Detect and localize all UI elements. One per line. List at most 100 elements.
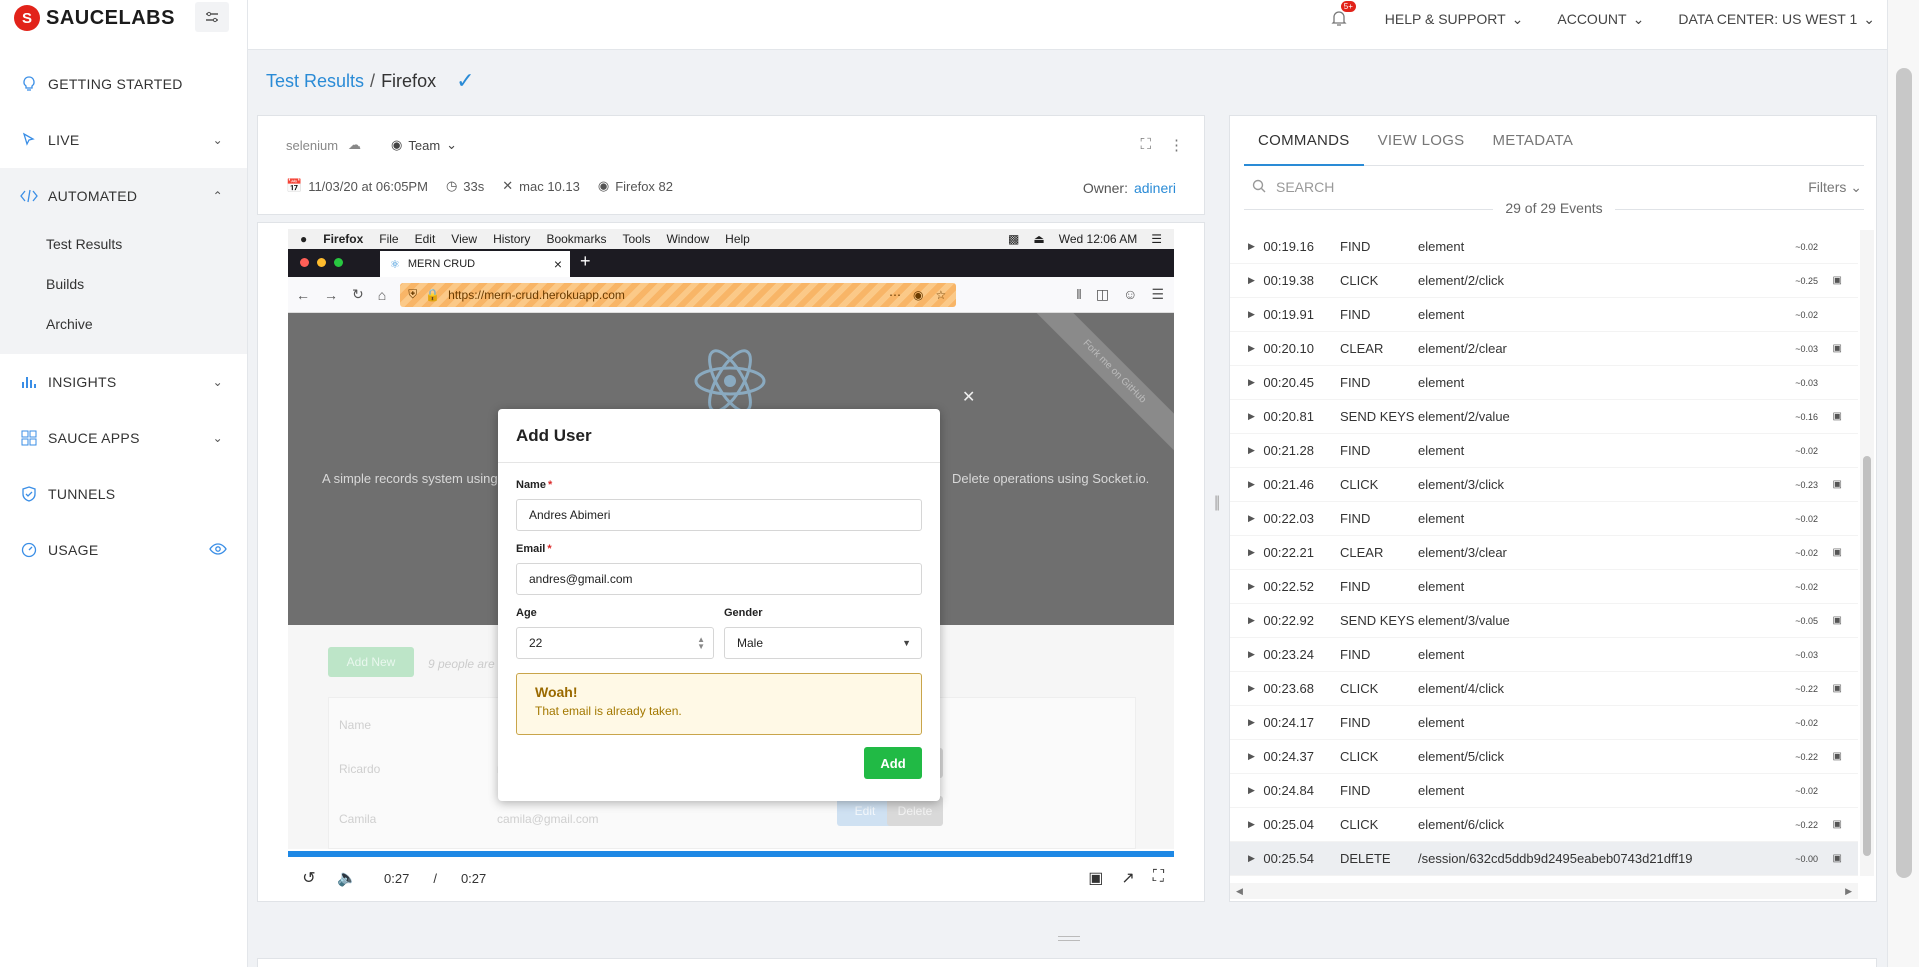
- owner-link[interactable]: adineri: [1134, 180, 1176, 196]
- screenshot-icon[interactable]: ▣: [1833, 479, 1842, 490]
- command-row[interactable]: ▶ 00:24.84 FIND element ~0.02: [1230, 774, 1858, 808]
- screenshot-icon[interactable]: ▣: [1833, 751, 1842, 762]
- expand-row-icon[interactable]: ▶: [1248, 377, 1255, 388]
- command-row[interactable]: ▶ 00:24.37 CLICK element/5/click ~0.22 ▣: [1230, 740, 1858, 774]
- screenshot-icon[interactable]: ▣: [1833, 275, 1842, 286]
- screenshot-icon[interactable]: ▣: [1833, 853, 1842, 864]
- collapse-sidebar-button[interactable]: [195, 2, 229, 32]
- page-scrollbar[interactable]: [1887, 0, 1919, 967]
- breadcrumb-test-results-link[interactable]: Test Results: [266, 71, 364, 92]
- panel-resize-handle[interactable]: ||: [1214, 494, 1220, 512]
- eye-icon: ◉: [391, 137, 403, 152]
- expand-row-icon[interactable]: ▶: [1248, 275, 1255, 286]
- screenshot-icon[interactable]: ▣: [1833, 819, 1842, 830]
- command-row[interactable]: ▶ 00:22.21 CLEAR element/3/clear ~0.02 ▣: [1230, 536, 1858, 570]
- screenshot-icon[interactable]: ▣: [1833, 411, 1842, 422]
- sidebar-item-getting-started[interactable]: GETTING STARTED: [0, 56, 247, 112]
- picture-in-picture-icon[interactable]: ▣: [1088, 868, 1103, 888]
- expand-row-icon[interactable]: ▶: [1248, 343, 1255, 354]
- expand-row-icon[interactable]: ▶: [1248, 479, 1255, 490]
- logo[interactable]: S SAUCELABS: [0, 0, 247, 36]
- scrollbar-thumb[interactable]: [1863, 456, 1871, 856]
- data-center-menu[interactable]: DATA CENTER: US WEST 1 ⌄: [1678, 11, 1875, 28]
- sidebar-item-tunnels[interactable]: TUNNELS: [0, 466, 247, 522]
- expand-row-icon[interactable]: ▶: [1248, 411, 1255, 422]
- expand-row-icon[interactable]: ▶: [1248, 649, 1255, 660]
- tab-commands[interactable]: COMMANDS: [1244, 116, 1364, 166]
- command-row[interactable]: ▶ 00:25.54 DELETE/session/632cd5ddb9d2495e…: [1230, 842, 1858, 876]
- scrollbar-thumb[interactable]: [1896, 68, 1912, 878]
- sidebar-item-usage[interactable]: USAGE: [0, 522, 247, 578]
- expand-row-icon[interactable]: ▶: [1248, 785, 1255, 796]
- fullscreen-icon[interactable]: ⛶: [1140, 136, 1151, 154]
- screenshot-icon[interactable]: ▣: [1833, 615, 1842, 626]
- sidebar-item-insights[interactable]: INSIGHTS ⌄: [0, 354, 247, 410]
- chevron-down-icon: ⌄: [1850, 178, 1862, 195]
- bar-chart-icon: [20, 373, 38, 391]
- screenshot-icon[interactable]: ▣: [1833, 683, 1842, 694]
- tab-view-logs[interactable]: VIEW LOGS: [1364, 116, 1479, 166]
- search-input[interactable]: SEARCH: [1276, 179, 1334, 195]
- notifications-button[interactable]: 5+: [1331, 1, 1356, 29]
- expand-row-icon[interactable]: ▶: [1248, 309, 1255, 320]
- video-progress-bar[interactable]: [288, 851, 1174, 857]
- replay-icon[interactable]: ↺: [298, 868, 320, 888]
- sidebar-item-test-results[interactable]: Test Results: [0, 224, 247, 264]
- command-row[interactable]: ▶ 00:22.92 SEND KEYS element/3/value ~0.05 ▣: [1230, 604, 1858, 638]
- command-row[interactable]: ▶ 00:19.16 FIND element ~0.02: [1230, 230, 1858, 264]
- scroll-left-icon[interactable]: ◀: [1236, 886, 1243, 897]
- expand-row-icon[interactable]: ▶: [1248, 547, 1255, 558]
- command-row[interactable]: ▶ 00:20.10 CLEAR element/2/clear ~0.03 ▣: [1230, 332, 1858, 366]
- expand-row-icon[interactable]: ▶: [1248, 819, 1255, 830]
- email-field: andres@gmail.com: [516, 563, 922, 595]
- command-row[interactable]: ▶ 00:22.03 FIND element ~0.02: [1230, 502, 1858, 536]
- command-row[interactable]: ▶ 00:19.38 CLICK element/2/click ~0.25 ▣: [1230, 264, 1858, 298]
- expand-row-icon[interactable]: ▶: [1248, 853, 1255, 864]
- command-row[interactable]: ▶ 00:21.28 FIND element ~0.02: [1230, 434, 1858, 468]
- expand-row-icon[interactable]: ▶: [1248, 683, 1255, 694]
- expand-row-icon[interactable]: ▶: [1248, 445, 1255, 456]
- sidebar-item-automated[interactable]: AUTOMATED ⌃: [0, 168, 247, 224]
- expand-row-icon[interactable]: ▶: [1248, 751, 1255, 762]
- age-field: 22 ▲ ▼: [516, 627, 714, 659]
- filters-dropdown[interactable]: Filters ⌄: [1808, 179, 1862, 196]
- expand-row-icon[interactable]: ▶: [1248, 581, 1255, 592]
- fullscreen-icon[interactable]: ⛶: [1153, 868, 1164, 888]
- sidebar-item-builds[interactable]: Builds: [0, 264, 247, 304]
- command-name: CLICK: [1340, 273, 1379, 288]
- help-support-menu[interactable]: HELP & SUPPORT ⌄: [1385, 11, 1524, 28]
- screenshot-icon[interactable]: ▣: [1833, 547, 1842, 558]
- tab-metadata[interactable]: METADATA: [1478, 116, 1587, 166]
- eject-icon: ⏏: [1033, 232, 1045, 246]
- events-horizontal-scrollbar[interactable]: ◀ ▶: [1230, 883, 1858, 899]
- owner-label: Owner:: [1082, 180, 1128, 196]
- expand-row-icon[interactable]: ▶: [1248, 241, 1255, 252]
- events-scrollbar[interactable]: [1860, 230, 1874, 876]
- popout-icon[interactable]: ↗: [1121, 868, 1134, 888]
- command-row[interactable]: ▶ 00:20.81 SEND KEYS element/2/value ~0.16 ▣: [1230, 400, 1858, 434]
- command-row[interactable]: ▶ 00:24.17 FIND element ~0.02: [1230, 706, 1858, 740]
- warning-title: Woah!: [535, 684, 578, 700]
- screenshot-icon[interactable]: ▣: [1833, 343, 1842, 354]
- command-row[interactable]: ▶ 00:20.45 FIND element ~0.03: [1230, 366, 1858, 400]
- expand-row-icon[interactable]: ▶: [1248, 717, 1255, 728]
- expand-row-icon[interactable]: ▶: [1248, 615, 1255, 626]
- command-row[interactable]: ▶ 00:23.24 FIND element ~0.03: [1230, 638, 1858, 672]
- sidebar-item-archive[interactable]: Archive: [0, 304, 247, 344]
- account-menu[interactable]: ACCOUNT ⌄: [1557, 11, 1644, 28]
- bottom-resize-handle[interactable]: [1058, 936, 1080, 941]
- expand-row-icon[interactable]: ▶: [1248, 513, 1255, 524]
- volume-icon[interactable]: 🔈: [336, 868, 358, 888]
- command-row[interactable]: ▶ 00:25.04 CLICK element/6/click ~0.22 ▣: [1230, 808, 1858, 842]
- eye-icon[interactable]: [209, 542, 227, 558]
- command-time: 00:19.91: [1263, 307, 1314, 322]
- sidebar-item-live[interactable]: LIVE ⌄: [0, 112, 247, 168]
- command-row[interactable]: ▶ 00:22.52 FIND element ~0.02: [1230, 570, 1858, 604]
- command-row[interactable]: ▶ 00:21.46 CLICK element/3/click ~0.23 ▣: [1230, 468, 1858, 502]
- command-row[interactable]: ▶ 00:19.91 FIND element ~0.02: [1230, 298, 1858, 332]
- visibility-dropdown[interactable]: ◉ Team ⌄: [391, 137, 457, 153]
- command-row[interactable]: ▶ 00:23.68 CLICK element/4/click ~0.22 ▣: [1230, 672, 1858, 706]
- sidebar-item-sauce-apps[interactable]: SAUCE APPS ⌄: [0, 410, 247, 466]
- scroll-right-icon[interactable]: ▶: [1845, 886, 1852, 897]
- more-options-icon[interactable]: ⋮: [1169, 136, 1184, 154]
